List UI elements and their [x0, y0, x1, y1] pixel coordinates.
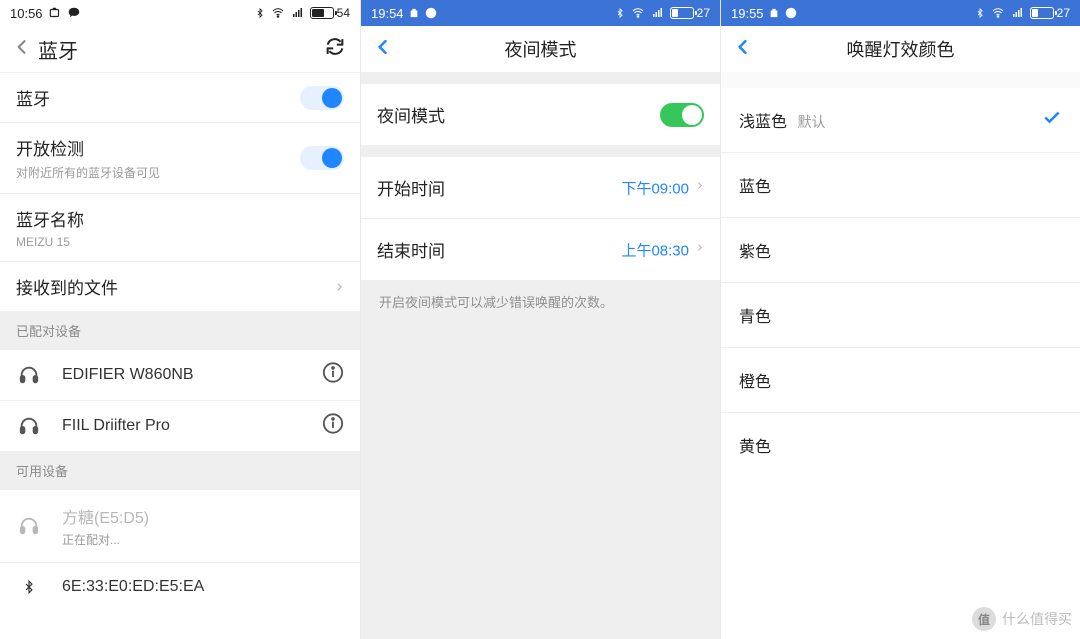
row-start-time[interactable]: 开始时间 下午09:00 [361, 157, 720, 218]
check-icon [1042, 108, 1062, 133]
row-label: 蓝牙名称 [16, 206, 344, 231]
status-bar: 19:54 27 [361, 0, 720, 26]
toggle-switch[interactable] [300, 86, 344, 110]
option-label: 紫色 [739, 244, 771, 261]
option-label: 橙色 [739, 374, 771, 391]
paired-device-row[interactable]: FIIL Driifter Pro [0, 400, 360, 451]
toggle-switch[interactable] [660, 103, 704, 127]
section-header-paired: 已配对设备 [0, 311, 360, 350]
row-night-mode-toggle[interactable]: 夜间模式 [361, 84, 720, 145]
color-option[interactable]: 橙色 [721, 347, 1080, 412]
refresh-button[interactable] [324, 36, 346, 63]
color-option[interactable]: 紫色 [721, 217, 1080, 282]
page-title: 唤醒灯效颜色 [721, 36, 1080, 62]
watermark-text: 什么值得买 [1002, 609, 1072, 629]
default-badge: 默认 [797, 114, 825, 130]
chevron-right-icon [334, 279, 344, 295]
watermark-badge-icon: 值 [972, 607, 996, 631]
bluetooth-icon [16, 577, 42, 597]
signal-icon [651, 7, 665, 19]
color-option[interactable]: 青色 [721, 282, 1080, 347]
status-app-icon2 [67, 6, 81, 20]
color-option[interactable]: 浅蓝色 默认 [721, 88, 1080, 152]
bluetooth-icon [255, 6, 265, 20]
wifi-icon [990, 7, 1006, 19]
charging-icon [409, 6, 419, 20]
chevron-right-icon [695, 179, 704, 197]
option-label: 浅蓝色 [739, 114, 787, 131]
row-value: 下午09:00 [621, 177, 689, 198]
headphones-icon [16, 364, 42, 386]
status-time: 10:56 [10, 6, 43, 21]
status-bar: 19:55 27 [721, 0, 1080, 26]
device-name: 6E:33:E0:ED:E5:EA [62, 578, 204, 596]
row-subtitle: 对附近所有的蓝牙设备可见 [16, 164, 344, 181]
title-bar: 唤醒灯效颜色 [721, 26, 1080, 72]
bluetooth-icon [615, 6, 625, 20]
signal-icon [291, 7, 305, 19]
back-button[interactable] [733, 37, 753, 62]
back-button[interactable] [373, 37, 393, 62]
watermark: 值 什么值得买 [972, 607, 1072, 631]
device-name: FIIL Driifter Pro [62, 417, 170, 435]
chat-icon [784, 6, 798, 20]
section-header-available: 可用设备 [0, 451, 360, 490]
screen-night-mode: 19:54 27 夜间 [360, 0, 720, 639]
title-bar: 夜间模式 [361, 26, 720, 72]
wifi-icon [630, 7, 646, 19]
chevron-right-icon [695, 241, 704, 259]
page-title: 蓝牙 [38, 35, 78, 64]
paired-device-row[interactable]: EDIFIER W860NB [0, 350, 360, 400]
option-label: 青色 [739, 309, 771, 326]
page-title: 夜间模式 [361, 36, 720, 62]
row-label: 开放检测 [16, 135, 344, 160]
color-option[interactable]: 黄色 [721, 412, 1080, 477]
info-button[interactable] [322, 362, 344, 389]
row-value: 上午08:30 [621, 239, 689, 260]
battery-indicator: 27 [670, 6, 710, 20]
screen-wake-light-color: 19:55 27 唤醒 [720, 0, 1080, 639]
back-button[interactable] [12, 37, 32, 62]
device-name: EDIFIER W860NB [62, 366, 194, 384]
row-label: 夜间模式 [377, 102, 704, 127]
available-device-row[interactable]: 方糖(E5:D5) 正在配对... [0, 490, 360, 562]
row-label: 接收到的文件 [16, 274, 344, 299]
row-discoverable-toggle[interactable]: 开放检测 对附近所有的蓝牙设备可见 [0, 122, 360, 193]
chat-icon [424, 6, 438, 20]
battery-indicator: 54 [310, 6, 350, 20]
charging-icon [769, 6, 779, 20]
color-option[interactable]: 蓝色 [721, 152, 1080, 217]
row-value: MEIZU 15 [16, 235, 344, 249]
title-bar: 蓝牙 [0, 26, 360, 72]
info-button[interactable] [322, 413, 344, 440]
status-app-icon1 [48, 6, 62, 20]
row-end-time[interactable]: 结束时间 上午08:30 [361, 218, 720, 280]
row-label: 蓝牙 [16, 85, 344, 110]
available-device-row[interactable]: 6E:33:E0:ED:E5:EA [0, 562, 360, 611]
screen-bluetooth: 10:56 54 蓝牙 [0, 0, 360, 639]
option-label: 蓝色 [739, 179, 771, 196]
row-received-files[interactable]: 接收到的文件 [0, 261, 360, 311]
status-bar: 10:56 54 [0, 0, 360, 26]
headphones-icon [16, 415, 42, 437]
device-name: 方糖(E5:D5) 正在配对... [62, 504, 149, 548]
signal-icon [1011, 7, 1025, 19]
battery-indicator: 27 [1030, 6, 1070, 20]
toggle-switch[interactable] [300, 146, 344, 170]
row-device-name[interactable]: 蓝牙名称 MEIZU 15 [0, 193, 360, 261]
row-bluetooth-toggle[interactable]: 蓝牙 [0, 73, 360, 122]
status-time: 19:54 [371, 6, 404, 21]
wifi-icon [270, 7, 286, 19]
headphones-icon [16, 515, 42, 537]
description-text: 开启夜间模式可以减少错误唤醒的次数。 [361, 280, 720, 326]
bluetooth-icon [975, 6, 985, 20]
option-label: 黄色 [739, 439, 771, 456]
status-time: 19:55 [731, 6, 764, 21]
